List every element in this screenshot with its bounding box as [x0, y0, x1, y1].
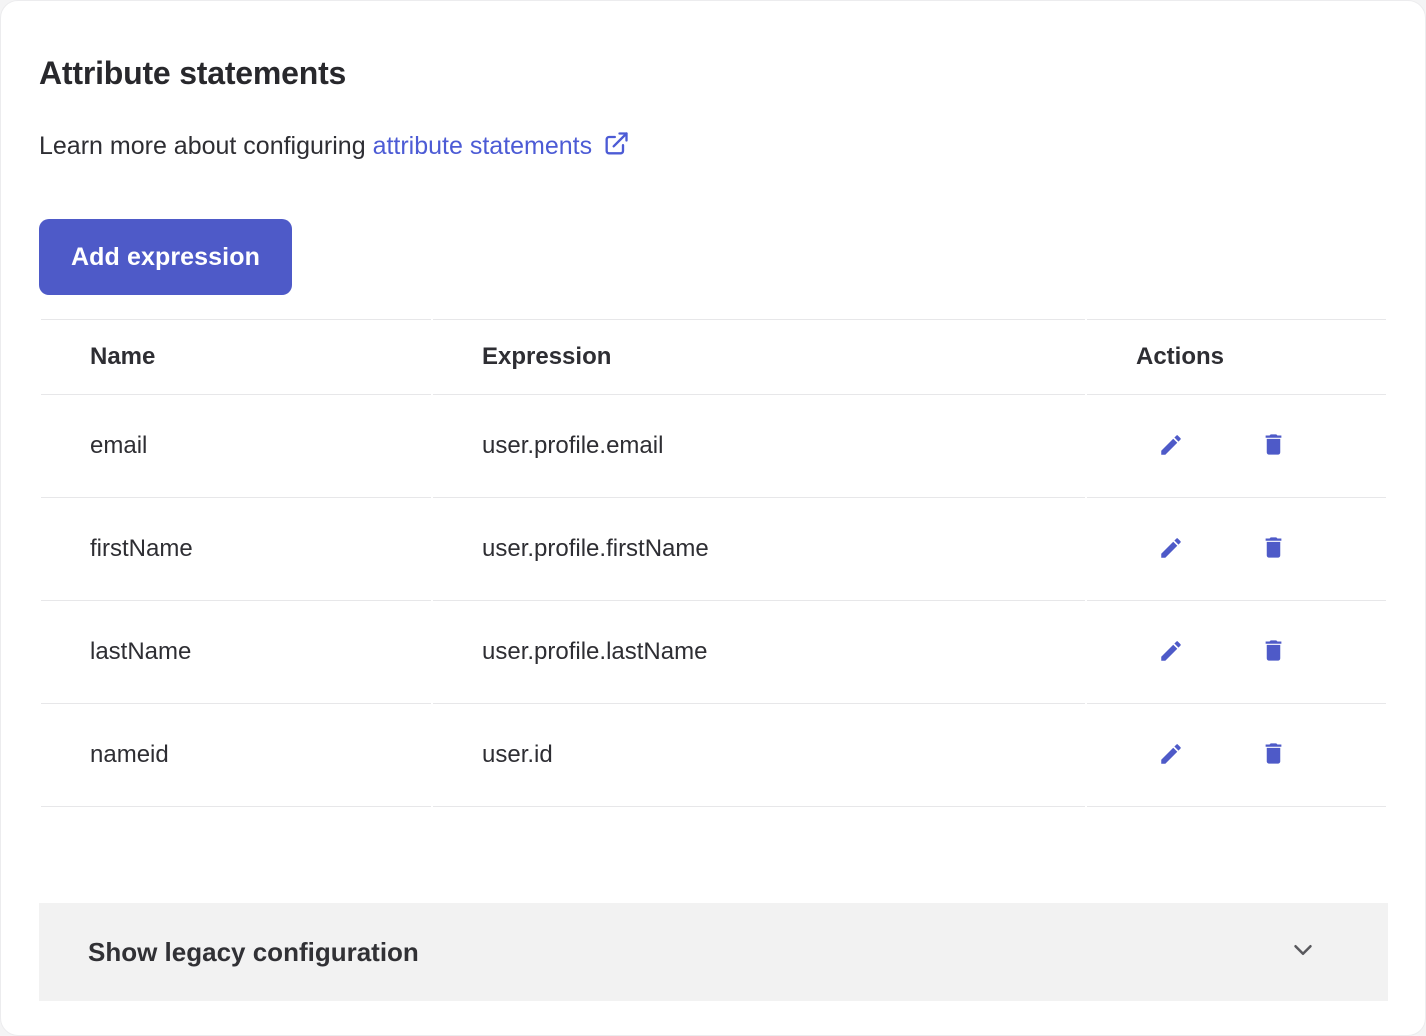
attribute-expression-cell: user.id — [433, 704, 1085, 807]
legacy-toggle-label: Show legacy configuration — [88, 937, 419, 968]
external-link-icon — [602, 130, 630, 167]
actions-cell — [1087, 704, 1386, 807]
learn-more-text: Learn more about configuring attribute s… — [39, 129, 1388, 167]
delete-button[interactable] — [1253, 632, 1293, 672]
trash-icon — [1260, 740, 1287, 770]
attribute-expression-cell: user.profile.firstName — [433, 498, 1085, 601]
edit-button[interactable] — [1151, 735, 1191, 775]
attribute-name-cell: email — [41, 395, 431, 498]
delete-button[interactable] — [1253, 735, 1293, 775]
page-title: Attribute statements — [39, 55, 1388, 91]
learn-more-prefix: Learn more about configuring — [39, 132, 366, 160]
table-row: firstName user.profile.firstName — [41, 498, 1386, 601]
attribute-name-cell: firstName — [41, 498, 431, 601]
trash-icon — [1260, 637, 1287, 667]
actions-cell — [1087, 498, 1386, 601]
table-row: lastName user.profile.lastName — [41, 601, 1386, 704]
attribute-statements-table: Name Expression Actions email user.profi… — [39, 319, 1388, 807]
attribute-expression-cell: user.profile.lastName — [433, 601, 1085, 704]
panel-content: Attribute statements Learn more about co… — [1, 55, 1425, 1001]
attribute-expression-cell: user.profile.email — [433, 395, 1085, 498]
actions-cell — [1087, 601, 1386, 704]
delete-button[interactable] — [1253, 529, 1293, 569]
pencil-icon — [1158, 432, 1184, 461]
actions-cell — [1087, 395, 1386, 498]
delete-button[interactable] — [1253, 426, 1293, 466]
attribute-name-cell: nameid — [41, 704, 431, 807]
trash-icon — [1260, 431, 1287, 461]
column-header-actions: Actions — [1087, 319, 1386, 395]
learn-more-link-label: attribute statements — [373, 132, 593, 160]
show-legacy-configuration-toggle[interactable]: Show legacy configuration — [39, 903, 1388, 1001]
edit-button[interactable] — [1151, 426, 1191, 466]
attribute-statements-panel: Attribute statements Learn more about co… — [0, 0, 1426, 1036]
column-header-expression: Expression — [433, 319, 1085, 395]
attribute-statements-link[interactable]: attribute statements — [373, 132, 631, 160]
pencil-icon — [1158, 638, 1184, 667]
pencil-icon — [1158, 741, 1184, 770]
table-row: nameid user.id — [41, 704, 1386, 807]
pencil-icon — [1158, 535, 1184, 564]
edit-button[interactable] — [1151, 632, 1191, 672]
chevron-down-icon — [1288, 935, 1318, 970]
attribute-name-cell: lastName — [41, 601, 431, 704]
column-header-name: Name — [41, 319, 431, 395]
table-header-row: Name Expression Actions — [41, 319, 1386, 395]
add-expression-button[interactable]: Add expression — [39, 219, 292, 295]
trash-icon — [1260, 534, 1287, 564]
table-row: email user.profile.email — [41, 395, 1386, 498]
edit-button[interactable] — [1151, 529, 1191, 569]
